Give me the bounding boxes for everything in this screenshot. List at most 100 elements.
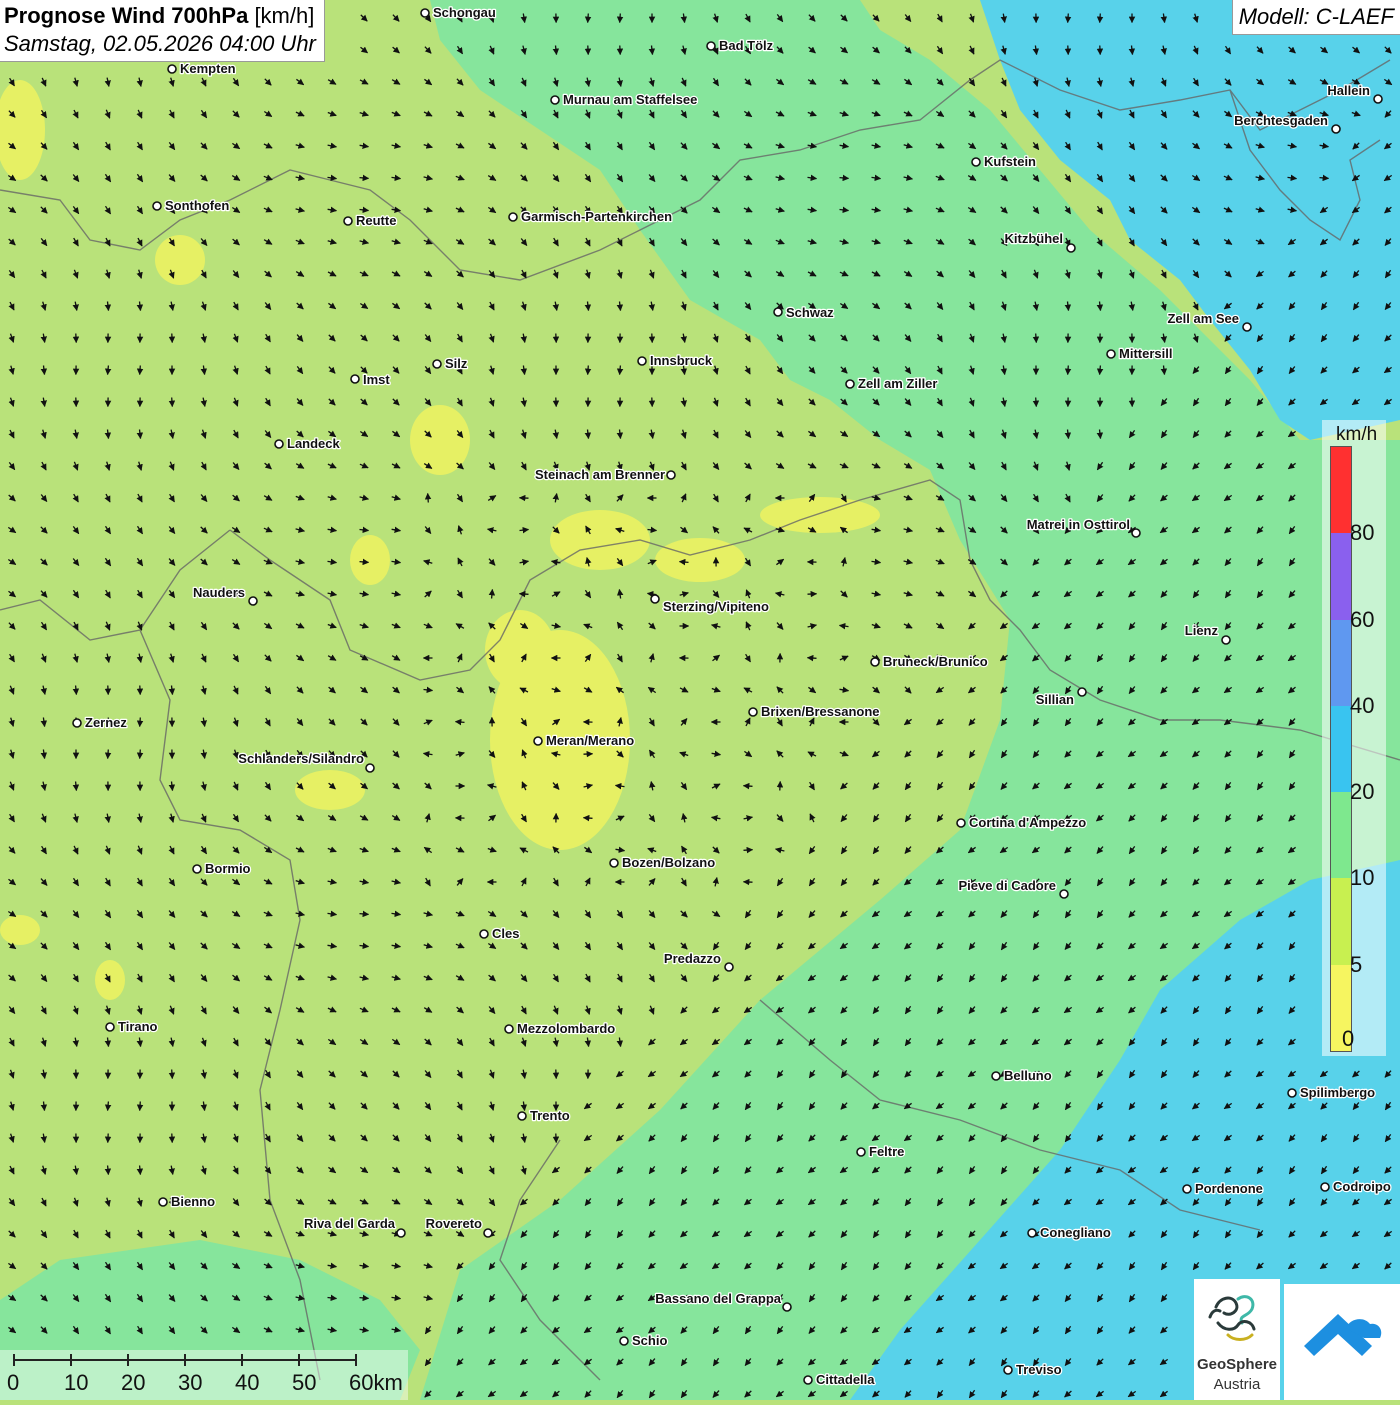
city-label: Mezzolombardo [517,1021,615,1036]
city-marker-icon [725,963,733,971]
wind-arrow-icon [140,1166,141,1175]
wind-arrow-icon [108,1166,109,1175]
wind-arrow-icon [620,14,621,23]
legend-swatch [1331,533,1351,619]
wind-arrow-icon [744,786,753,787]
city-marker-icon [249,597,257,605]
logo-country: Austria [1194,1376,1280,1393]
city-marker-icon [1107,350,1115,358]
wind-arrow-icon [840,178,849,179]
city-label: Schongau [433,5,496,20]
scale-label: 30 [178,1370,202,1396]
app-logo-icon [1284,1284,1400,1400]
wind-arrow-icon [360,914,369,915]
city-label: Hallein [1327,83,1370,98]
city-label: Pieve di Cadore [958,878,1056,893]
wind-arrow-icon [1036,334,1037,343]
legend-tick-label: 10 [1350,865,1374,891]
forecast-time: Samstag, 02.05.2026 04:00 Uhr [4,31,316,57]
map-title: Prognose Wind 700hPa [km/h] Samstag, 02.… [0,0,325,62]
city-marker-icon [1183,1185,1191,1193]
wind-arrow-icon [1100,366,1101,375]
scale-label: 40 [235,1370,259,1396]
wind-arrow-icon [588,14,589,23]
city-marker-icon [534,737,542,745]
city-marker-icon [551,96,559,104]
city: Zell am Ziller [846,376,937,391]
wind-arrow-icon [140,750,141,759]
city-marker-icon [484,1229,492,1237]
wind-arrow-icon [808,658,817,659]
geosphere-logo-icon [1194,1279,1280,1355]
city-marker-icon [972,158,980,166]
city-label: Garmisch-Partenkirchen [521,209,672,224]
city-marker-icon [846,380,854,388]
city-marker-icon [638,357,646,365]
wind-arrow-icon [172,1070,173,1079]
city-marker-icon [1288,1089,1296,1097]
city-label: Kitzbühel [1005,231,1064,246]
city-marker-icon [707,42,715,50]
legend-swatch [1331,706,1351,792]
city-label: Silz [445,356,468,371]
city-marker-icon [804,1376,812,1384]
city-label: Treviso [1016,1362,1062,1377]
city-label: Lienz [1185,623,1219,638]
city-label: Zell am See [1167,311,1239,326]
title-text: Prognose Wind 700hPa [4,3,248,28]
legend-tick-label: 60 [1350,607,1374,633]
city-label: Schio [632,1333,667,1348]
city: Innsbruck [638,353,713,368]
city-label: Feltre [869,1144,904,1159]
wind-arrow-icon [588,366,589,375]
city-label: Cles [492,926,519,941]
city-marker-icon [857,1148,865,1156]
calm-patch [550,510,650,570]
wind-arrow-icon [1068,14,1069,23]
app-logo[interactable] [1284,1284,1400,1400]
calm-patch [760,497,880,533]
wind-arrow-icon [108,366,109,375]
wind-arrow-icon [140,1102,141,1111]
wind-arrow-icon [1320,178,1329,179]
calm-patch [295,770,365,810]
wind-arrow-icon [620,366,621,375]
city-marker-icon [992,1072,1000,1080]
city-marker-icon [193,865,201,873]
city-label: Zell am Ziller [858,376,937,391]
city-label: Trento [530,1108,570,1123]
wind-arrow-icon [360,562,369,563]
calm-patch [95,960,125,1000]
city-label: Schlanders/Silandro [238,751,364,766]
city-label: Bassano del Grappa [655,1291,781,1306]
wind-arrow-icon [1036,398,1037,407]
city: Pordenone [1183,1181,1263,1196]
calm-patch [350,535,390,585]
geosphere-logo[interactable]: GeoSphere Austria [1194,1279,1280,1400]
city-marker-icon [480,930,488,938]
city-label: Predazzo [664,951,721,966]
wind-arrow-icon [584,818,593,819]
wind-arrow-icon [76,782,77,791]
city-marker-icon [1321,1183,1329,1191]
legend-swatch [1331,620,1351,706]
wind-map[interactable]: SchongauKemptenBad TölzMurnau am Staffel… [0,0,1400,1400]
legend-tick-label: 40 [1350,693,1374,719]
legend-unit: km/h [1336,424,1377,446]
wind-arrow-icon [1068,366,1069,375]
city: Bozen/Bolzano [610,855,715,870]
wind-arrow-icon [520,594,529,595]
wind-arrow-icon [680,562,689,563]
city-marker-icon [433,360,441,368]
city-label: Codroipo [1333,1179,1391,1194]
calm-patch [485,610,555,690]
city: Bruneck/Brunico [871,654,988,669]
city-label: Brixen/Bressanone [761,704,880,719]
legend-tick-label: 80 [1350,520,1374,546]
title-unit: [km/h] [254,3,314,28]
legend-color-bar [1330,446,1352,1052]
wind-arrow-icon [360,1298,369,1299]
legend-swatch [1331,447,1351,533]
city-marker-icon [509,213,517,221]
city-label: Reutte [356,213,396,228]
